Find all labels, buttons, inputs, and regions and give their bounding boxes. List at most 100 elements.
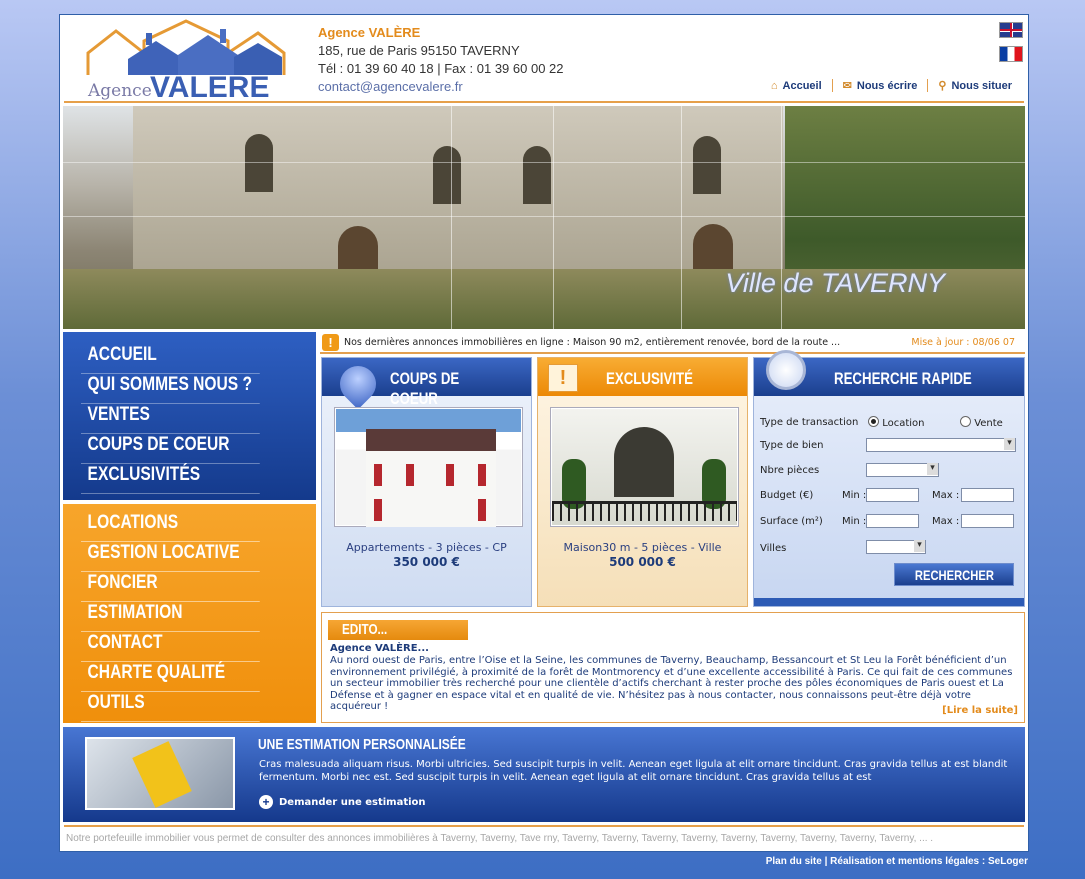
surface-min-input[interactable] [866, 514, 919, 528]
agency-name: Agence VALÈRE [318, 25, 421, 40]
nav-item-orange-0[interactable]: LOCATIONS [81, 512, 260, 542]
exclusivite-header: ! EXCLUSIVITÉ [538, 358, 747, 396]
exclamation-icon: ! [548, 364, 578, 392]
top-navigation: ⌂ Accueil ✉ Nous écrire ⚲ Nous situer [761, 79, 1022, 92]
edito-heading: Agence VALÈRE... [330, 643, 429, 654]
nav-item-blue-2[interactable]: VENTES [81, 404, 260, 434]
exclusivite-price: 500 000 € [609, 555, 676, 569]
rooms-select[interactable] [866, 463, 939, 477]
header-divider [64, 101, 1024, 103]
search-button-label: RECHERCHER [914, 567, 994, 583]
nav-item-orange-6[interactable]: OUTILS [81, 692, 260, 722]
request-estimation-link[interactable]: + Demander une estimation [259, 795, 426, 809]
nav-item-blue-3[interactable]: COUPS DE COEUR [81, 434, 260, 464]
main-nav-blue: ACCUEIL QUI SOMMES NOUS ? VENTES COUPS DE C… [63, 332, 316, 500]
nav-locate-link[interactable]: ⚲ Nous situer [927, 79, 1022, 92]
exclusivite-description[interactable]: Maison30 m - 5 pièces - Ville [538, 541, 747, 554]
agency-logo[interactable]: Agence VALERE [86, 19, 296, 105]
radio-location-label: Location [882, 418, 925, 429]
radio-vente[interactable]: Vente [960, 416, 1003, 429]
logo-agence-text: Agence [88, 81, 152, 101]
nav-home-label: Accueil [782, 79, 822, 92]
search-button[interactable]: RECHERCHER [894, 563, 1014, 586]
estimation-photo [85, 737, 235, 810]
exclusivite-box: ! EXCLUSIVITÉ Maison30 m - 5 pièces - Vi… [537, 357, 748, 607]
request-estimation-label: Demander une estimation [279, 796, 426, 808]
radio-location-button[interactable] [868, 416, 879, 427]
footer-divider [64, 825, 1024, 827]
nav-item-orange-3[interactable]: ESTIMATION [81, 602, 260, 632]
budget-label: Budget (€) [760, 490, 814, 501]
villes-select[interactable] [866, 540, 926, 554]
news-ticker: ! Nos dernières annonces immobilières en… [320, 332, 1025, 354]
estimation-section: UNE ESTIMATION PERSONNALISÉE Cras malesu… [63, 727, 1025, 822]
nav-item-blue-0[interactable]: ACCUEIL [81, 344, 260, 374]
coups-de-coeur-description[interactable]: Appartements - 3 pièces - CP [322, 541, 531, 554]
main-nav-orange: LOCATIONS GESTION LOCATIVE FONCIER ESTIMATI… [63, 504, 316, 723]
envelope-icon: ✉ [842, 80, 852, 92]
edito-text: Au nord ouest de Paris, entre l’Oise et … [330, 655, 1013, 713]
estimation-text: Cras malesuada aliquam risus. Morbi ultr… [259, 759, 1008, 783]
edito-section: EDITO... Agence VALÈRE... Au nord ouest … [321, 612, 1025, 723]
bottom-links[interactable]: Plan du site | Réalisation et mentions l… [766, 856, 1028, 867]
footer-text: Notre portefeuille immobilier vous perme… [66, 833, 934, 844]
surface-min-label: Min : [842, 516, 867, 527]
estimation-title: UNE ESTIMATION PERSONNALISÉE [258, 736, 466, 753]
quick-search-header: RECHERCHE RAPIDE [754, 350, 1024, 396]
coups-de-coeur-price: 350 000 € [393, 555, 460, 569]
edito-tag: EDITO... [328, 620, 468, 640]
nav-item-orange-5[interactable]: CHARTE QUALITÉ [81, 662, 260, 692]
transaction-label: Type de transaction [760, 417, 859, 428]
type-select[interactable] [866, 438, 1016, 452]
heart-icon [332, 358, 384, 410]
agency-phone: Tél : 01 39 60 40 18 | Fax : 01 39 60 00… [318, 61, 564, 76]
budget-min-label: Min : [842, 490, 867, 501]
coups-de-coeur-title: COUPS DE COEUR [390, 369, 460, 408]
nav-write-label: Nous écrire [856, 79, 918, 92]
banner-caption: Ville de TAVERNY [725, 268, 945, 298]
plus-icon: + [259, 795, 273, 809]
french-flag-icon[interactable] [999, 46, 1023, 62]
budget-max-input[interactable] [961, 488, 1014, 502]
rooms-label: Nbre pièces [760, 465, 820, 476]
radio-vente-button[interactable] [960, 416, 971, 427]
nav-item-blue-1[interactable]: QUI SOMMES NOUS ? [81, 374, 260, 404]
nav-home-link[interactable]: ⌂ Accueil [761, 79, 832, 92]
type-label: Type de bien [760, 440, 824, 451]
read-more-link[interactable]: [Lire la suite] [942, 705, 1018, 716]
budget-min-input[interactable] [866, 488, 919, 502]
nav-item-orange-2[interactable]: FONCIER [81, 572, 260, 602]
search-footer-bar [754, 598, 1024, 606]
warning-icon: ! [322, 333, 339, 351]
magnifier-icon: ⚲ [938, 80, 947, 92]
quick-search-title: RECHERCHE RAPIDE [834, 369, 972, 388]
nav-item-blue-4[interactable]: EXCLUSIVITÉS [81, 464, 260, 494]
villes-label: Villes [760, 543, 787, 554]
ticker-update-date: Mise à jour : 08/06 07 [911, 336, 1015, 348]
agency-email-link[interactable]: contact@agencevalere.fr [318, 78, 564, 96]
exclusivite-photo[interactable] [551, 408, 738, 526]
home-icon: ⌂ [770, 79, 778, 92]
contact-block: Agence VALÈRE 185, rue de Paris 95150 TA… [318, 24, 564, 96]
quick-search-panel: RECHERCHE RAPIDE Type de transaction Loc… [753, 350, 1025, 607]
surface-label: Surface (m²) [760, 516, 823, 527]
nav-write-link[interactable]: ✉ Nous écrire [831, 79, 928, 92]
nav-locate-label: Nous situer [951, 79, 1012, 92]
radio-vente-label: Vente [974, 418, 1003, 429]
magnifier-icon [766, 350, 806, 390]
coups-de-coeur-photo[interactable] [335, 408, 522, 527]
ticker-message[interactable]: Nos dernières annonces immobilières en l… [344, 337, 840, 348]
coups-de-coeur-box: COUPS DE COEUR Appartements - 3 pièces -… [321, 357, 532, 607]
logo-valere-text: VALERE [150, 71, 270, 104]
radio-location[interactable]: Location [868, 416, 924, 429]
nav-item-orange-4[interactable]: CONTACT [81, 632, 260, 662]
uk-flag-icon[interactable] [999, 22, 1023, 38]
agency-address: 185, rue de Paris 95150 TAVERNY [318, 43, 520, 58]
banner-image: Ville de TAVERNY [63, 106, 1025, 329]
budget-max-label: Max : [932, 490, 960, 501]
edito-tag-label: EDITO... [342, 621, 388, 638]
coups-de-coeur-header: COUPS DE COEUR [322, 358, 531, 410]
exclusivite-title: EXCLUSIVITÉ [606, 369, 693, 388]
surface-max-input[interactable] [961, 514, 1014, 528]
nav-item-orange-1[interactable]: GESTION LOCATIVE [81, 542, 260, 572]
